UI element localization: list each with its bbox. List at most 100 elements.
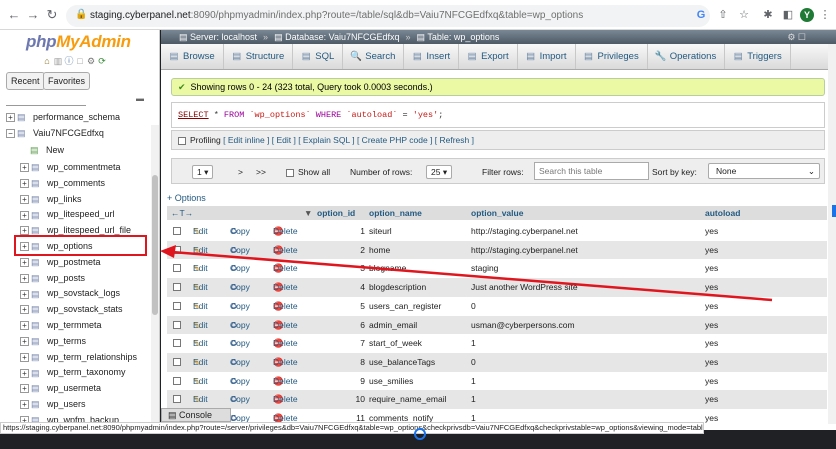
tree-table-wp_posts[interactable]: + ▤ wp_posts bbox=[20, 271, 85, 285]
cell-autoload[interactable]: yes bbox=[705, 222, 718, 240]
options-link[interactable]: + Options bbox=[167, 193, 206, 203]
help-icon[interactable]: ⓘ bbox=[64, 56, 74, 66]
row-checkbox[interactable] bbox=[173, 395, 181, 404]
cell-autoload[interactable]: yes bbox=[705, 353, 718, 371]
cell-option-name[interactable]: blogname bbox=[369, 259, 406, 277]
collapse-link-icon[interactable]: ▬ bbox=[136, 94, 144, 103]
sql-query-box[interactable]: SELECT * FROM `wp_options` WHERE `autolo… bbox=[171, 102, 825, 128]
cell-option-id[interactable]: 7 bbox=[317, 334, 365, 352]
cell-option-value[interactable]: http://staging.cyberpanel.net bbox=[471, 222, 578, 240]
cell-option-id[interactable]: 3 bbox=[317, 259, 365, 277]
side-handle[interactable] bbox=[832, 205, 836, 217]
cell-autoload[interactable]: yes bbox=[705, 390, 718, 408]
tab-export[interactable]: ▤ Export bbox=[459, 44, 518, 69]
page-select[interactable]: 1 ▾ bbox=[192, 165, 214, 179]
tab-search[interactable]: 🔍 Search bbox=[343, 44, 405, 69]
tree-table-wp_comments[interactable]: + ▤ wp_comments bbox=[20, 176, 105, 190]
tab-import[interactable]: ▤ Import bbox=[518, 44, 576, 69]
header-autoload[interactable]: autoload bbox=[705, 206, 740, 220]
cell-option-id[interactable]: 5 bbox=[317, 297, 365, 315]
tab-operations[interactable]: 🔧 Operations bbox=[648, 44, 726, 69]
expand-icon[interactable]: + bbox=[20, 368, 29, 378]
reload-nav-icon[interactable]: ⟳ bbox=[97, 56, 107, 66]
last-page-button[interactable]: >> bbox=[256, 165, 266, 179]
forward-icon[interactable]: → bbox=[25, 7, 41, 23]
cell-option-id[interactable]: 1 bbox=[317, 222, 365, 240]
address-bar[interactable]: 🔒 staging.cyberpanel.net:8090/phpmyadmin… bbox=[66, 5, 710, 27]
expand-icon[interactable]: + bbox=[20, 400, 29, 410]
cell-option-value[interactable]: http://staging.cyberpanel.net bbox=[471, 241, 578, 259]
cell-option-value[interactable]: Just another WordPress site bbox=[471, 278, 578, 296]
cell-option-id[interactable]: 2 bbox=[317, 241, 365, 259]
row-checkbox[interactable] bbox=[173, 376, 181, 385]
scrollbar-thumb[interactable] bbox=[152, 175, 158, 315]
cell-autoload[interactable]: yes bbox=[705, 278, 718, 296]
console-button[interactable]: ▤ Console bbox=[161, 408, 231, 422]
tree-table-wp_links[interactable]: + ▤ wp_links bbox=[20, 192, 82, 206]
tab-insert[interactable]: ▤ Insert bbox=[404, 44, 460, 69]
cell-autoload[interactable]: yes bbox=[705, 372, 718, 390]
row-checkbox[interactable] bbox=[173, 339, 181, 348]
cell-option-name[interactable]: siteurl bbox=[369, 222, 392, 240]
breadcrumb-server[interactable]: ▤ Server: localhost bbox=[179, 30, 257, 44]
expand-icon[interactable]: + bbox=[20, 352, 29, 362]
reload-icon[interactable]: ↻ bbox=[44, 7, 60, 23]
tree-table-wp_termmeta[interactable]: + ▤ wp_termmeta bbox=[20, 318, 102, 332]
cell-autoload[interactable]: yes bbox=[705, 409, 718, 427]
docs-icon[interactable]: □ bbox=[75, 56, 85, 66]
query-links[interactable]: [ Edit inline ] [ Edit ] [ Explain SQL ]… bbox=[223, 135, 474, 145]
filter-input[interactable]: Search this table bbox=[534, 162, 649, 180]
cell-option-value[interactable]: 1 bbox=[471, 372, 476, 390]
cell-option-value[interactable]: 1 bbox=[471, 334, 476, 352]
cell-option-name[interactable]: use_smilies bbox=[369, 372, 413, 390]
star-icon[interactable]: ☆ bbox=[737, 7, 751, 23]
cell-option-id[interactable]: 10 bbox=[317, 390, 365, 408]
profile-avatar[interactable]: Y bbox=[800, 8, 814, 22]
cell-autoload[interactable]: yes bbox=[705, 316, 718, 334]
share-icon[interactable]: ⇧ bbox=[716, 7, 730, 23]
tree-table-wp_term_taxonomy[interactable]: + ▤ wp_term_taxonomy bbox=[20, 365, 126, 379]
cell-option-value[interactable]: staging bbox=[471, 259, 498, 277]
collapse-icon[interactable]: − bbox=[6, 129, 15, 139]
tab-structure[interactable]: ▤ Structure bbox=[224, 44, 294, 69]
tree-db-current[interactable]: − ▤ Vaiu7NFCGEdfxq bbox=[6, 126, 104, 140]
tree-table-wp_term_relationships[interactable]: + ▤ wp_term_relationships bbox=[20, 350, 137, 364]
settings-icon[interactable]: ⚙ ☐ bbox=[787, 30, 806, 44]
cell-option-value[interactable]: usman@cyberpersons.com bbox=[471, 316, 575, 334]
row-checkbox[interactable] bbox=[173, 357, 181, 366]
tree-table-wp_usermeta[interactable]: + ▤ wp_usermeta bbox=[20, 381, 101, 395]
menu-icon[interactable]: ⋮ bbox=[818, 7, 832, 23]
expand-icon[interactable]: + bbox=[20, 305, 29, 315]
expand-icon[interactable]: + bbox=[6, 113, 15, 123]
expand-icon[interactable]: + bbox=[20, 226, 29, 236]
header-option-value[interactable]: option_value bbox=[471, 206, 523, 220]
tree-table-wp_postmeta[interactable]: + ▤ wp_postmeta bbox=[20, 255, 101, 269]
recent-tab[interactable]: Recent bbox=[6, 72, 45, 90]
column-arrows-icon[interactable]: ←T→ bbox=[171, 206, 193, 220]
show-all-checkbox[interactable] bbox=[286, 168, 294, 177]
favorites-tab[interactable]: Favorites bbox=[43, 72, 91, 90]
tree-new[interactable]: ▤ New bbox=[30, 143, 64, 157]
expand-icon[interactable]: + bbox=[20, 210, 29, 220]
expand-icon[interactable]: + bbox=[20, 336, 29, 346]
sidebar-scrollbar[interactable] bbox=[151, 125, 159, 430]
tree-db-performance-schema[interactable]: + ▤ performance_schema bbox=[6, 110, 120, 124]
lock-icon[interactable]: 🔒 bbox=[75, 9, 87, 20]
back-icon[interactable]: ← bbox=[6, 7, 22, 23]
tree-table-wp_commentmeta[interactable]: + ▤ wp_commentmeta bbox=[20, 160, 121, 174]
row-checkbox[interactable] bbox=[173, 245, 181, 254]
expand-icon[interactable]: + bbox=[20, 321, 29, 331]
profiling-checkbox[interactable] bbox=[178, 136, 186, 145]
sort-icon[interactable]: ▼ bbox=[304, 206, 312, 220]
cell-autoload[interactable]: yes bbox=[705, 259, 718, 277]
tree-table-wp_terms[interactable]: + ▤ wp_terms bbox=[20, 334, 86, 348]
row-checkbox[interactable] bbox=[173, 227, 181, 235]
tree-table-wp_users[interactable]: + ▤ wp_users bbox=[20, 397, 86, 411]
cell-option-id[interactable]: 8 bbox=[317, 353, 365, 371]
cell-option-name[interactable]: admin_email bbox=[369, 316, 417, 334]
main-scrollbar[interactable] bbox=[828, 44, 836, 424]
expand-icon[interactable]: + bbox=[20, 163, 29, 173]
row-checkbox[interactable] bbox=[173, 301, 181, 310]
breadcrumb-database[interactable]: ▤ Database: Vaiu7NFCGEdfxq bbox=[274, 30, 399, 44]
extension-icon[interactable]: ✱ bbox=[761, 7, 775, 23]
